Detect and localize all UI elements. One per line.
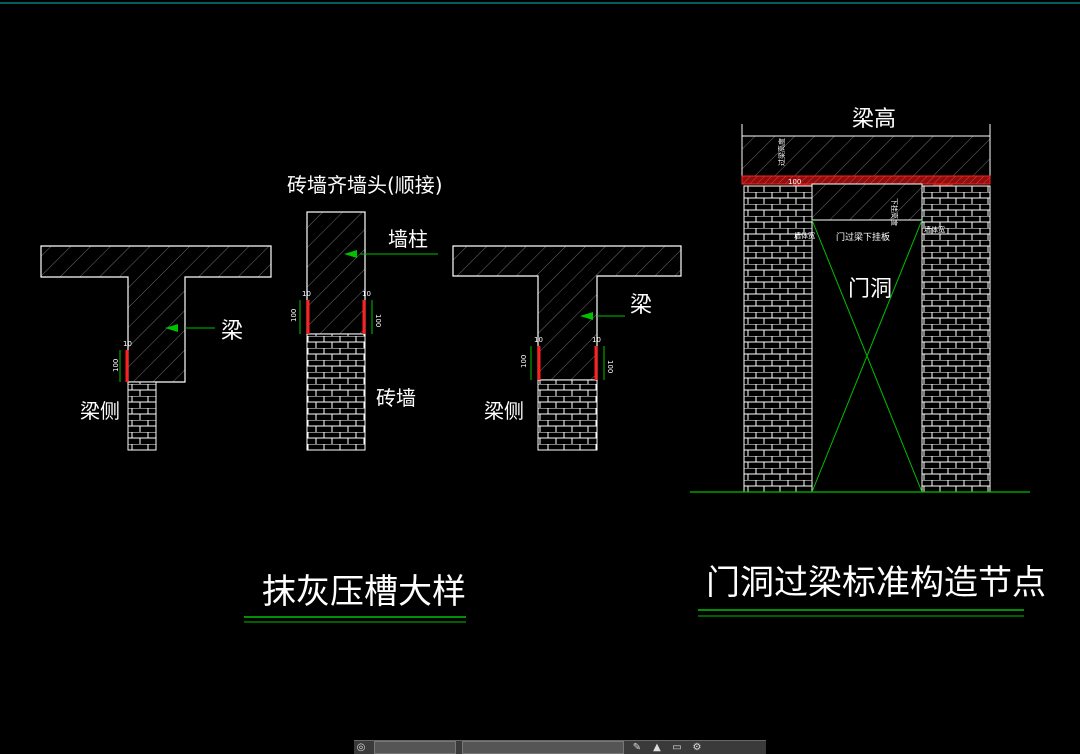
title-right-group: 门洞过梁标准构造节点: [698, 563, 1046, 617]
detail-2-column-wall[interactable]: 砖墙齐墙头(顺接) 墙柱 砖墙 10 10 100 100: [287, 173, 443, 451]
dim-side-right: 100: [606, 360, 614, 373]
dim-top-left: 10: [534, 336, 543, 344]
dim-side-left: 100: [290, 309, 298, 322]
dim-small: 100: [788, 178, 801, 186]
label-lintel-note: 门过梁下挂板: [836, 231, 890, 243]
brick-wall: [306, 333, 366, 451]
detail-3-t-beam[interactable]: 梁 梁侧 10 10 100 100: [452, 245, 682, 451]
dim-side-right: 100: [374, 314, 382, 327]
detail-4-door-lintel[interactable]: 梁高 门洞 门过梁下挂板 过梁高度 下挂高度 墙体宽 墙体宽 100: [690, 107, 1030, 493]
label-beam-height: 梁高: [852, 107, 896, 132]
label-brick-wall: 砖墙: [376, 386, 416, 410]
beam-bottom-band: [741, 175, 991, 185]
label-beam-side: 梁侧: [484, 399, 524, 423]
detail-1-t-beam[interactable]: 梁 梁侧 10 100: [40, 245, 272, 451]
settings-icon[interactable]: ⚙: [690, 742, 704, 753]
title-right: 门洞过梁标准构造节点: [706, 563, 1046, 603]
cad-drawing-canvas[interactable]: 梁 梁侧 10 100 砖墙齐墙头(顺接) 墙柱 砖墙 10 10 100 10…: [0, 0, 1080, 753]
beam-section: [40, 245, 272, 383]
layers-icon[interactable]: ◎: [354, 742, 368, 753]
arrow-up-icon[interactable]: ▲: [650, 742, 664, 753]
dim-side-left: 100: [520, 355, 528, 368]
dim-top-left: 10: [302, 290, 311, 298]
dim-top-right: 10: [592, 336, 601, 344]
note-left: 过梁高度: [777, 138, 786, 166]
label-beam: 梁: [630, 293, 652, 318]
title-left: 抹灰压槽大样: [262, 572, 466, 612]
wall-column: [306, 211, 366, 335]
label-beam-side: 梁侧: [80, 399, 120, 423]
dim-top-right: 10: [362, 290, 371, 298]
pencil-icon[interactable]: ✎: [630, 742, 644, 753]
dim-top: 10: [123, 340, 132, 348]
status-bar[interactable]: ◎ ✎ ▲ ▭ ⚙: [354, 740, 766, 754]
detail-2-heading: 砖墙齐墙头(顺接): [287, 173, 443, 197]
lintel-panel: [811, 183, 923, 221]
note-right-2: 墙体宽: [924, 225, 945, 234]
note-mid: 下挂高度: [890, 198, 899, 226]
label-column: 墙柱: [388, 227, 428, 251]
title-left-group: 抹灰压槽大样: [244, 572, 466, 623]
note-left-2: 墙体宽: [794, 231, 815, 240]
status-segment[interactable]: [374, 741, 456, 754]
status-segment-wide[interactable]: [462, 741, 624, 754]
dim-side: 100: [112, 359, 120, 372]
window-icon[interactable]: ▭: [670, 742, 684, 753]
brick-wall: [537, 379, 598, 451]
label-beam: 梁: [221, 319, 243, 344]
label-opening: 门洞: [848, 277, 892, 302]
brick-wall: [127, 381, 157, 451]
